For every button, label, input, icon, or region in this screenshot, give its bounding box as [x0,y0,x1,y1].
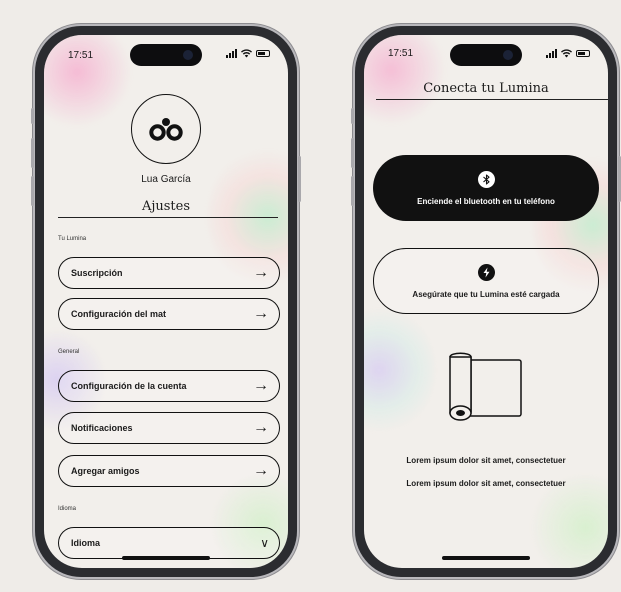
arrow-right-icon: → [253,377,269,394]
subscription-button[interactable]: Suscripción → [58,257,280,289]
signal-icon [546,49,557,58]
status-icons [226,49,270,58]
user-name: Lua García [141,174,191,185]
arrow-right-icon: → [253,419,269,436]
home-indicator [122,556,210,560]
volume-up-button [31,138,34,168]
arrow-right-icon: → [253,462,269,479]
settings-screen: 17:51 Lua García Ajustes Tu Lumina Suscr… [44,35,288,568]
page-title: Conecta tu Lumina [423,81,549,96]
home-indicator [442,556,530,560]
language-select[interactable]: Idioma ∨ [58,527,280,559]
settings-phone: 17:51 Lua García Ajustes Tu Lumina Suscr… [31,26,301,577]
gradient-blob [364,305,434,435]
power-button [298,156,301,202]
lightning-icon [477,263,495,281]
dynamic-island [130,44,202,66]
wifi-icon [241,49,252,58]
status-time: 17:51 [388,48,414,59]
volume-up-button [351,138,354,168]
connect-screen: 17:51 Conecta tu Lumina Enciende el blue… [364,35,608,568]
section-label-tu-lumina: Tu Lumina [58,236,87,242]
battery-icon [576,50,590,57]
connect-phone: 17:51 Conecta tu Lumina Enciende el blue… [351,26,621,577]
avatar[interactable] [131,94,201,164]
body-text-line: Lorem ipsum dolor sit amet, consectetuer [406,456,566,465]
mute-switch [351,108,354,124]
subscription-label: Suscripción [71,268,123,278]
body-text-line: Lorem ipsum dolor sit amet, consectetuer [406,479,566,488]
gradient-blob [528,475,608,568]
chevron-down-icon: ∨ [260,536,269,550]
section-label-idioma: Idioma [58,506,77,512]
add-friends-button[interactable]: Agregar amigos → [58,455,280,487]
wifi-icon [561,49,572,58]
mat-settings-label: Configuración del mat [71,309,167,319]
arrow-right-icon: → [253,264,269,281]
notifications-button[interactable]: Notificaciones → [58,412,280,444]
notifications-label: Notificaciones [71,423,133,433]
title-divider [58,217,278,218]
mute-switch [31,108,34,124]
mat-roll-icon [449,352,522,421]
status-icons [546,49,590,58]
status-time: 17:51 [68,50,94,61]
add-friends-label: Agregar amigos [71,466,140,476]
charge-card[interactable]: Asegúrate que tu Lumina esté cargada [373,248,599,314]
bluetooth-card-text: Enciende el bluetooth en tu teléfono [417,196,555,206]
mat-settings-button[interactable]: Configuración del mat → [58,298,280,330]
charge-card-text: Asegúrate que tu Lumina esté cargada [412,289,560,299]
language-label: Idioma [71,538,101,548]
arrow-right-icon: → [253,305,269,322]
page-title: Ajustes [141,199,191,214]
dynamic-island [450,44,522,66]
gradient-blob [44,35,132,127]
section-label-general: General [58,349,80,355]
title-divider [376,99,608,100]
account-settings-label: Configuración de la cuenta [71,381,187,391]
bluetooth-card[interactable]: Enciende el bluetooth en tu teléfono [373,155,599,221]
lumina-logo-icon [149,118,183,141]
battery-icon [256,50,270,57]
volume-down-button [31,176,34,206]
account-settings-button[interactable]: Configuración de la cuenta → [58,370,280,402]
bluetooth-icon [477,170,495,188]
signal-icon [226,49,237,58]
volume-down-button [351,176,354,206]
